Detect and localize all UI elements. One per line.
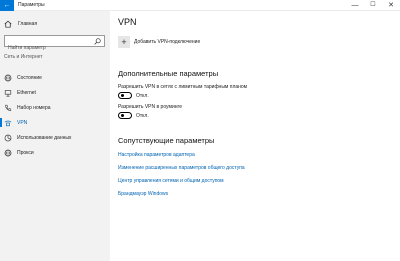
sidebar-item-ethernet[interactable]: Ethernet	[0, 86, 110, 99]
sidebar-item-label: Прокси	[17, 149, 34, 156]
home-label: Главная	[18, 21, 38, 27]
adapter-options-link[interactable]: Настройка параметров адаптера	[118, 152, 195, 158]
maximize-button[interactable]: ☐	[366, 0, 380, 11]
windows-firewall-link[interactable]: Брандмауэр Windows	[118, 191, 168, 197]
roaming-state: Откл.	[136, 112, 149, 119]
search-input[interactable]	[5, 43, 93, 53]
roaming-toggle[interactable]	[118, 112, 132, 119]
vpn-icon	[4, 120, 12, 126]
network-sharing-center-link[interactable]: Центр управления сетями и общим доступом	[118, 178, 224, 184]
data-usage-icon	[4, 134, 12, 141]
metered-network-toggle[interactable]	[118, 92, 132, 99]
sidebar-item-status[interactable]: Состояние	[0, 71, 110, 84]
sidebar: Главная Сеть и Интернет Состояние Ethern…	[0, 11, 110, 261]
add-vpn-label: Добавить VPN-подключение	[134, 39, 201, 45]
back-arrow-icon: ←	[3, 2, 11, 9]
metered-network-state: Откл.	[136, 92, 149, 99]
sidebar-item-label: Использование данных	[17, 134, 72, 141]
sidebar-item-label: Ethernet	[17, 89, 36, 96]
advanced-options-heading: Дополнительные параметры	[118, 69, 219, 78]
globe-icon	[4, 149, 12, 156]
home-nav-item[interactable]: Главная	[4, 18, 37, 30]
main-content: VPN + Добавить VPN-подключение Дополните…	[110, 11, 400, 261]
sidebar-section-label: Сеть и Интернет	[4, 54, 43, 60]
metered-network-toggle-row: Откл.	[118, 92, 149, 99]
globe-icon	[4, 74, 12, 81]
sidebar-item-data-usage[interactable]: Использование данных	[0, 131, 110, 144]
search-box[interactable]	[4, 35, 105, 53]
phone-icon	[5, 104, 12, 111]
related-settings-heading: Сопутствующие параметры	[118, 136, 215, 145]
roaming-toggle-row: Откл.	[118, 112, 149, 119]
back-button[interactable]: ←	[0, 0, 14, 11]
close-button[interactable]: ✕	[384, 0, 398, 11]
plus-icon: +	[118, 36, 130, 48]
search-icon[interactable]	[94, 38, 101, 45]
sidebar-item-dialup[interactable]: Набор номера	[0, 101, 110, 114]
add-vpn-connection-button[interactable]: + Добавить VPN-подключение	[118, 36, 200, 48]
sidebar-item-label: VPN	[17, 119, 28, 126]
sidebar-item-label: Набор номера	[17, 104, 51, 111]
metered-network-label: Разрешить VPN в сетях с лимитным тарифны…	[118, 84, 248, 90]
home-icon	[4, 20, 12, 28]
sidebar-item-vpn[interactable]: VPN	[0, 116, 110, 129]
window-title: Параметры	[18, 2, 45, 8]
title-bar: ← Параметры — ☐ ✕	[0, 0, 400, 11]
roaming-label: Разрешить VPN в роуминге	[118, 104, 182, 110]
page-title: VPN	[118, 17, 137, 27]
minimize-button[interactable]: —	[348, 0, 362, 11]
ethernet-icon	[4, 89, 12, 97]
advanced-sharing-link[interactable]: Изменение расширенных параметров общего …	[118, 165, 245, 171]
sidebar-item-label: Состояние	[17, 74, 42, 81]
sidebar-item-proxy[interactable]: Прокси	[0, 146, 110, 159]
